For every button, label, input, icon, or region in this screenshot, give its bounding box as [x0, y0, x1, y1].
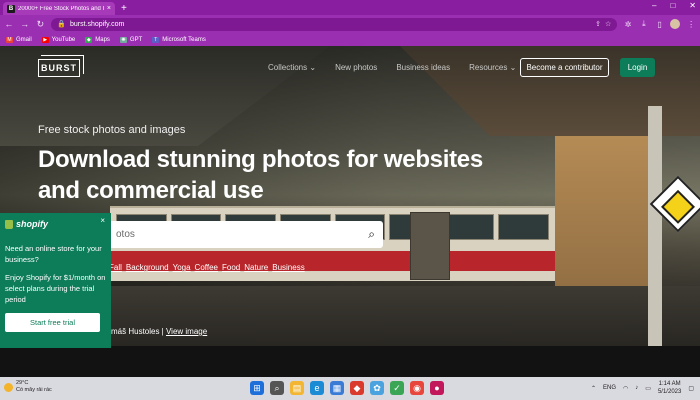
extensions-icon[interactable]: ✲: [623, 20, 633, 29]
gmail-icon: M: [6, 36, 13, 43]
teams-icon: T: [152, 36, 160, 43]
hero-photo-post: [648, 106, 662, 377]
taskbar: 29°C Có mây rải rác ⊞ ⌕ ▤ e ▦ ◆ ✿ ✓ ◉ ● …: [0, 377, 700, 400]
back-icon[interactable]: ←: [4, 19, 14, 29]
category-links: Fall Background Yoga Coffee Food Nature …: [109, 263, 305, 272]
weather-temp: 29°C: [16, 380, 29, 386]
tray-chevron-icon[interactable]: ⌃: [591, 385, 596, 392]
bookmark-teams[interactable]: T Microsoft Teams: [152, 36, 206, 43]
bookmark-gpt[interactable]: ✺ GPT: [119, 36, 142, 43]
app-red-icon[interactable]: ◆: [350, 381, 364, 395]
window-controls: – □ ✕: [652, 1, 696, 10]
shopify-promo-popup: × shopify Need an online store for your …: [0, 213, 111, 348]
category-yoga[interactable]: Yoga: [173, 263, 191, 272]
store-icon[interactable]: ▦: [330, 381, 344, 395]
windows-start-icon[interactable]: ⊞: [250, 381, 264, 395]
youtube-icon: ▶: [41, 36, 49, 43]
taskbar-apps: ⊞ ⌕ ▤ e ▦ ◆ ✿ ✓ ◉ ●: [250, 381, 444, 395]
gpt-icon: ✺: [119, 36, 127, 43]
maximize-icon[interactable]: □: [670, 1, 675, 10]
reload-icon[interactable]: ↻: [36, 19, 46, 30]
system-tray: ⌃ ENG ◠ ♪ ▭ 1:14 AM 5/1/2023 ▢: [591, 380, 694, 396]
category-nature[interactable]: Nature: [244, 263, 268, 272]
search-icon[interactable]: ⌕: [368, 227, 375, 242]
hero-headline: Download stunning photos for websites an…: [38, 146, 483, 204]
credit-author: máš Hustoles |: [111, 327, 166, 336]
nav-resources[interactable]: Resources ⌄: [469, 63, 516, 72]
battery-icon[interactable]: ▭: [645, 385, 651, 392]
close-window-icon[interactable]: ✕: [689, 1, 696, 10]
menu-icon[interactable]: ⋮: [686, 20, 696, 29]
tab-title: 20000+ Free Stock Photos and Im...: [18, 5, 104, 12]
burst-favicon-icon: B: [7, 4, 15, 13]
edge-icon[interactable]: e: [310, 381, 324, 395]
weather-cloud-sun-icon: [4, 382, 13, 392]
app-colorful-icon[interactable]: ✿: [370, 381, 384, 395]
app-green-icon[interactable]: ✓: [390, 381, 404, 395]
bookmark-maps[interactable]: ◆ Maps: [85, 36, 110, 43]
nav-new-photos[interactable]: New photos: [335, 63, 377, 72]
weather-widget[interactable]: 29°C Có mây rải rác: [4, 380, 52, 394]
become-contributor-button[interactable]: Become a contributor: [520, 58, 609, 77]
profile-avatar[interactable]: [670, 19, 681, 29]
tab-strip: B 20000+ Free Stock Photos and Im... × +…: [0, 0, 700, 15]
shopify-brand: shopify: [5, 219, 106, 229]
bookmarks-bar: M Gmail ▶ YouTube ◆ Maps ✺ GPT T Microsoft Te…: [0, 33, 700, 46]
nav-collections[interactable]: Collections ⌄: [268, 63, 316, 72]
burst-logo[interactable]: BURST: [38, 55, 84, 77]
clock-time: 1:14 AM: [658, 381, 681, 387]
bookmark-star-icon[interactable]: ☆: [605, 20, 611, 28]
hero-eyebrow: Free stock photos and images: [38, 124, 186, 136]
url-text: burst.shopify.com: [69, 20, 125, 28]
close-tab-icon[interactable]: ×: [107, 5, 111, 12]
category-background[interactable]: Background: [126, 263, 169, 272]
weather-desc: Có mây rải rác: [16, 387, 52, 393]
address-bar[interactable]: 🔒 burst.shopify.com ⇪ ☆: [51, 17, 618, 31]
bookmark-gmail[interactable]: M Gmail: [6, 36, 32, 43]
burst-page: BURST Collections ⌄ New photos Business …: [0, 46, 700, 377]
shopify-bag-icon: [5, 219, 13, 229]
bookmark-youtube[interactable]: ▶ YouTube: [41, 36, 75, 43]
login-button[interactable]: Login: [620, 58, 655, 77]
maps-icon: ◆: [85, 36, 93, 43]
volume-icon[interactable]: ♪: [635, 385, 638, 391]
chrome-icon[interactable]: ◉: [410, 381, 424, 395]
language-indicator[interactable]: ENG: [603, 385, 616, 391]
share-icon[interactable]: ⇪: [595, 20, 601, 28]
minimize-icon[interactable]: –: [652, 1, 656, 10]
wifi-icon[interactable]: ◠: [623, 385, 628, 392]
start-free-trial-button[interactable]: Start free trial: [5, 313, 100, 332]
download-icon[interactable]: ⤓: [639, 19, 649, 29]
category-business[interactable]: Business: [272, 263, 304, 272]
search-taskbar-icon[interactable]: ⌕: [270, 381, 284, 395]
view-image-link[interactable]: View image: [166, 327, 207, 336]
category-coffee[interactable]: Coffee: [195, 263, 218, 272]
clock[interactable]: 1:14 AM 5/1/2023: [658, 380, 681, 396]
notifications-icon[interactable]: ▢: [688, 385, 694, 392]
nav-business-ideas[interactable]: Business ideas: [396, 63, 450, 72]
file-explorer-icon[interactable]: ▤: [290, 381, 304, 395]
shopify-wordmark: shopify: [16, 219, 49, 229]
browser-tab[interactable]: B 20000+ Free Stock Photos and Im... ×: [3, 2, 115, 15]
browser-toolbar: ← → ↻ 🔒 burst.shopify.com ⇪ ☆ ✲ ⤓ ▯ ⋮: [0, 15, 700, 33]
close-popup-icon[interactable]: ×: [100, 216, 105, 225]
popup-offer: Enjoy Shopify for $1/month on select pla…: [5, 273, 106, 304]
popup-question: Need an online store for your business?: [5, 244, 102, 264]
clock-date: 5/1/2023: [657, 389, 682, 395]
side-panel-icon[interactable]: ▯: [655, 20, 665, 29]
category-food[interactable]: Food: [222, 263, 240, 272]
new-tab-button[interactable]: +: [121, 2, 127, 15]
site-nav: Collections ⌄ New photos Business ideas …: [268, 63, 516, 72]
photo-credit: máš Hustoles | View image: [111, 327, 207, 336]
forward-icon[interactable]: →: [20, 19, 30, 29]
lock-icon: 🔒: [57, 21, 66, 28]
page-bottom-band: [0, 346, 700, 377]
app-notification-icon[interactable]: ●: [430, 381, 444, 395]
